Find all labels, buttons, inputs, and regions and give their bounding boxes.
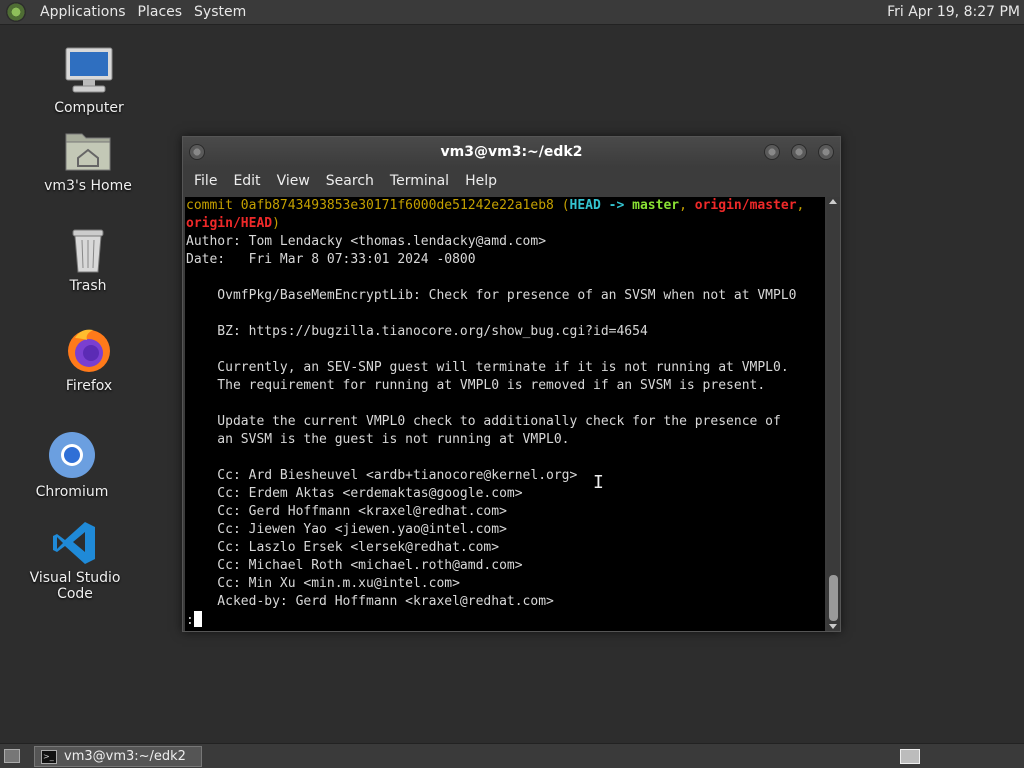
origin-head-ref: origin/HEAD [186,216,273,231]
menu-file[interactable]: File [186,173,225,189]
commit-message-line [186,269,825,287]
bottom-panel: >_ vm3@vm3:~/edk2 [0,743,1024,768]
commit-message-line: BZ: https://bugzilla.tianocore.org/show_… [186,324,648,339]
commit-message-line [186,305,825,323]
menu-terminal[interactable]: Terminal [382,173,457,189]
ibeam-cursor-icon: I [593,472,604,493]
commit-message-line: Cc: Erdem Aktas <erdemaktas@google.com> [186,486,523,501]
top-panel: Applications Places System Fri Apr 19, 8… [0,0,1024,25]
commit-message-line: Update the current VMPL0 check to additi… [186,414,781,429]
author-line: Author: Tom Lendacky <thomas.lendacky@am… [186,234,547,249]
commit-message-line [186,341,825,359]
commit-message-line: Cc: Jiewen Yao <jiewen.yao@intel.com> [186,522,507,537]
menu-view[interactable]: View [269,173,318,189]
window-title: vm3@vm3:~/edk2 [440,144,583,160]
menu-edit[interactable]: Edit [225,173,268,189]
date-line: Date: Fri Mar 8 07:33:01 2024 -0800 [186,252,476,267]
commit-message-line: an SVSM is the guest is not running at V… [186,432,570,447]
commit-line: commit 0afb8743493853e30171f6000de51242e… [186,198,805,213]
desktop-icon-label: Visual Studio Code [29,570,121,602]
home-folder-icon [65,133,111,171]
terminal-menubar: File Edit View Search Terminal Help [183,167,840,195]
commit-message-line: Currently, an SEV-SNP guest will termina… [186,360,789,375]
desktop-icon-home[interactable]: vm3's Home [33,128,143,194]
scroll-down-arrow-icon[interactable] [829,624,837,629]
window-menu-button[interactable] [189,144,205,160]
terminal-window[interactable]: vm3@vm3:~/edk2 File Edit View Search Ter… [182,136,841,632]
menu-search[interactable]: Search [318,173,382,189]
head-ref: HEAD [569,198,601,213]
vscode-icon [53,522,95,564]
commit-message-line: Cc: Min Xu <min.m.xu@intel.com> [186,576,460,591]
desktop-icon-label: Computer [54,100,124,116]
head-arrow: -> [608,198,625,213]
branch-ref: master [632,198,680,213]
desktop-icon-label: Trash [69,278,107,294]
terminal-output[interactable]: commit 0afb8743493853e30171f6000de51242e… [185,197,825,631]
commit-keyword: commit [186,198,233,213]
window-titlebar[interactable]: vm3@vm3:~/edk2 [183,137,840,167]
commit-message-line: Cc: Laszlo Ersek <lersek@redhat.com> [186,540,500,555]
terminal-icon: >_ [41,749,57,764]
terminal-scrollbar[interactable] [827,197,840,631]
desktop-icon-chromium[interactable]: Chromium [17,430,127,500]
minimize-button[interactable] [764,144,780,160]
desktop-icon-vscode[interactable]: Visual Studio Code [19,520,131,602]
workspace-switcher[interactable] [900,749,920,764]
scrollbar-thumb[interactable] [829,575,838,621]
scroll-up-arrow-icon[interactable] [829,199,837,204]
maximize-button[interactable] [791,144,807,160]
commit-hash: 0afb8743493853e30171f6000de51242e22a1eb8 [240,198,554,213]
pager-prompt[interactable]: : [186,611,825,629]
commit-message-line: Cc: Michael Roth <michael.roth@amd.com> [186,558,523,573]
computer-icon [65,47,113,93]
commit-message-line: OvmfPkg/BaseMemEncryptLib: Check for pre… [186,288,797,303]
text-cursor [193,611,202,627]
commit-message-line: Cc: Ard Biesheuvel <ardb+tianocore@kerne… [186,468,578,483]
desktop-icon-label: vm3's Home [44,178,132,194]
commit-message-line: Acked-by: Gerd Hoffmann <kraxel@redhat.c… [186,594,554,609]
places-menu[interactable]: Places [132,4,189,20]
distro-logo-icon[interactable] [6,2,26,22]
show-desktop-icon[interactable] [4,749,20,763]
applications-menu[interactable]: Applications [34,4,132,20]
commit-message-line: Cc: Gerd Hoffmann <kraxel@redhat.com> [186,504,507,519]
desktop-icon-computer[interactable]: Computer [34,46,144,116]
chromium-icon [49,432,95,478]
origin-master-ref: origin/master [694,198,797,213]
commit-message-line [186,449,825,467]
commit-message: OvmfPkg/BaseMemEncryptLib: Check for pre… [186,269,825,611]
commit-message-line [186,395,825,413]
desktop-icon-label: Firefox [65,378,113,394]
close-button[interactable] [818,144,834,160]
clock[interactable]: Fri Apr 19, 8:27 PM [887,4,1020,20]
desktop-icon-trash[interactable]: Trash [33,228,143,294]
desktop-icon-firefox[interactable]: Firefox [34,326,144,394]
taskbar-terminal-button[interactable]: >_ vm3@vm3:~/edk2 [34,746,202,767]
taskbar-task-label: vm3@vm3:~/edk2 [64,749,186,764]
system-menu[interactable]: System [188,4,252,20]
firefox-icon [68,329,110,372]
desktop-icon-label: Chromium [35,484,109,500]
pager-prompt-char: : [186,613,194,628]
commit-message-line: The requirement for running at VMPL0 is … [186,378,766,393]
menu-help[interactable]: Help [457,173,505,189]
trash-icon [72,229,104,273]
commit-line-wrap: origin/HEAD) [186,216,280,231]
